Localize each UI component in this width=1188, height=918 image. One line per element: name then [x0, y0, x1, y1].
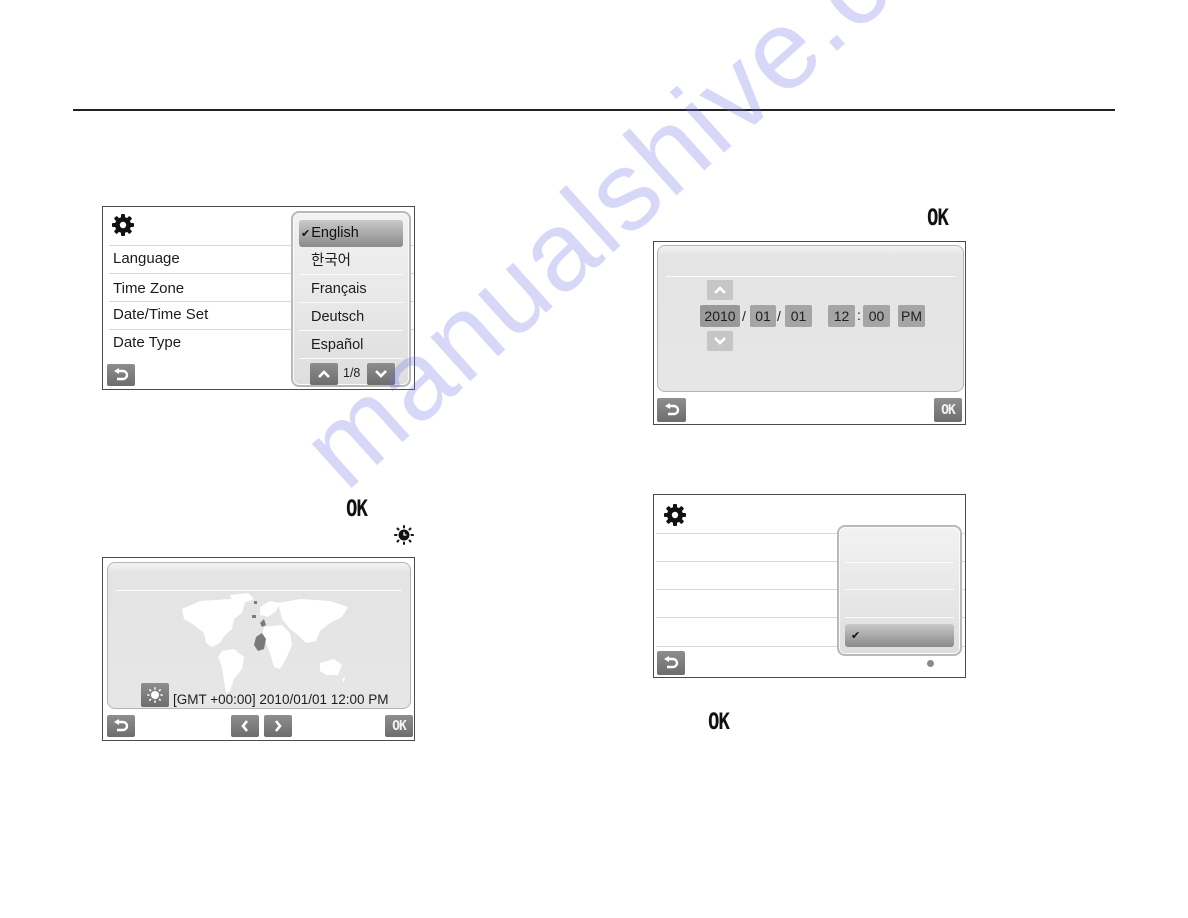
- datetype-option-selected[interactable]: ✔: [845, 624, 954, 647]
- date-separator: /: [777, 308, 781, 324]
- daylight-saving-icon: [394, 525, 414, 545]
- scroll-up-button[interactable]: [310, 363, 338, 385]
- chevron-right-icon: [274, 720, 282, 732]
- check-icon: ✔: [301, 228, 311, 240]
- check-icon: ✔: [851, 630, 861, 642]
- back-icon: [664, 656, 679, 669]
- datetype-option[interactable]: [845, 591, 954, 618]
- datetype-screen: ✔: [653, 494, 966, 678]
- language-option-german[interactable]: Deutsch: [299, 304, 403, 331]
- back-button[interactable]: [657, 651, 685, 675]
- status-dot: [927, 660, 934, 667]
- ampm-field[interactable]: PM: [898, 305, 925, 327]
- ok-button[interactable]: OK: [934, 398, 962, 422]
- chevron-up-icon: [318, 370, 330, 378]
- language-popup: ✔English 한국어 Français Deutsch Español 1/…: [291, 211, 411, 387]
- scroll-down-button[interactable]: [367, 363, 395, 385]
- increment-button[interactable]: [707, 280, 733, 300]
- language-option-spanish[interactable]: Español: [299, 332, 403, 359]
- ok-button[interactable]: OK: [385, 715, 413, 737]
- back-button[interactable]: [107, 364, 135, 386]
- month-field[interactable]: 01: [750, 305, 776, 327]
- back-button[interactable]: [107, 715, 135, 737]
- back-icon: [664, 403, 679, 416]
- chevron-up-icon: [714, 286, 726, 294]
- map-panel: [GMT +00:00] 2010/01/01 12:00 PM: [107, 562, 411, 709]
- decrement-button[interactable]: [707, 331, 733, 351]
- world-map[interactable]: [170, 589, 370, 699]
- dst-button[interactable]: [141, 683, 169, 707]
- chevron-down-icon: [714, 337, 726, 345]
- language-screen: Language Time Zone Date/Time Set Date Ty…: [102, 206, 415, 390]
- datetype-option[interactable]: [845, 563, 954, 590]
- next-timezone-button[interactable]: [264, 715, 292, 737]
- datetype-option[interactable]: [845, 536, 954, 563]
- day-field[interactable]: 01: [785, 305, 812, 327]
- datetime-panel: 2010 / 01 / 01 12 : 00 PM: [657, 245, 964, 392]
- ok-icon: OK: [346, 496, 368, 522]
- chevron-left-icon: [241, 720, 249, 732]
- back-button[interactable]: [657, 398, 686, 422]
- datetime-screen: 2010 / 01 / 01 12 : 00 PM OK: [653, 241, 966, 425]
- timezone-screen: [GMT +00:00] 2010/01/01 12:00 PM OK: [102, 557, 415, 741]
- chevron-down-icon: [375, 370, 387, 378]
- gear-icon: [112, 214, 134, 236]
- page-header-rule: [73, 109, 1115, 111]
- back-icon: [114, 719, 129, 732]
- previous-timezone-button[interactable]: [231, 715, 259, 737]
- panel-divider: [666, 276, 955, 277]
- ok-icon: OK: [927, 205, 949, 231]
- year-field[interactable]: 2010: [700, 305, 740, 327]
- gear-icon: [664, 504, 686, 526]
- minute-field[interactable]: 00: [863, 305, 890, 327]
- hour-field[interactable]: 12: [828, 305, 855, 327]
- language-option-english[interactable]: ✔English: [299, 220, 403, 247]
- page-indicator: 1/8: [343, 366, 361, 380]
- back-icon: [114, 368, 129, 381]
- language-option-french[interactable]: Français: [299, 276, 403, 303]
- daylight-saving-icon: [147, 687, 163, 703]
- datetype-popup: ✔: [837, 525, 962, 656]
- date-separator: /: [742, 308, 746, 324]
- time-separator: :: [857, 307, 861, 323]
- timezone-readout: [GMT +00:00] 2010/01/01 12:00 PM: [173, 692, 389, 707]
- ok-icon: OK: [708, 709, 730, 735]
- language-option-korean[interactable]: 한국어: [299, 248, 403, 275]
